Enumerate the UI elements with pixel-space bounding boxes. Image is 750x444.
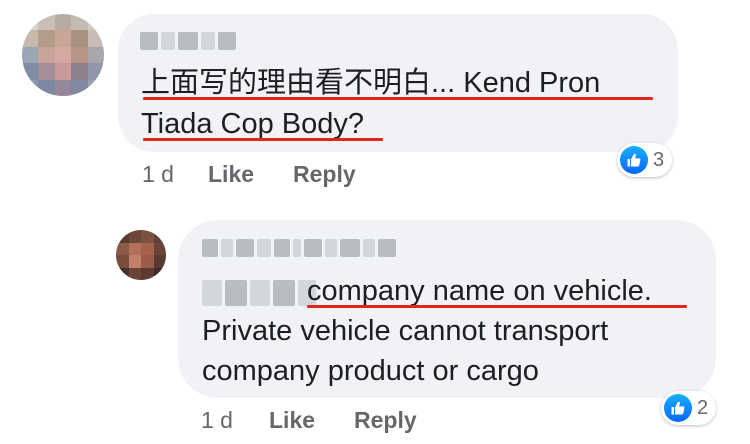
comment-text-line: Private vehicle cannot transport	[202, 315, 609, 347]
like-button[interactable]: Like	[208, 160, 254, 188]
comment-text-line: Tiada Cop Body?	[141, 108, 365, 140]
red-underline-annotation	[143, 97, 653, 100]
reaction-summary[interactable]: 2	[661, 391, 717, 425]
like-thumb-icon	[620, 146, 648, 174]
commenter-name-blurred[interactable]	[202, 239, 396, 257]
like-thumb-icon	[664, 394, 692, 422]
comment-timestamp[interactable]: 1 d	[201, 406, 233, 434]
pixelated-avatar-image	[116, 230, 166, 280]
comment-text-line: company name on vehicle.	[307, 275, 652, 307]
reaction-count: 3	[653, 148, 665, 171]
reply-button[interactable]: Reply	[354, 406, 417, 434]
red-underline-annotation	[307, 305, 687, 308]
commenter-name-blurred[interactable]	[140, 32, 236, 50]
comment-text-line: company product or cargo	[202, 355, 539, 387]
commenter-avatar[interactable]	[22, 14, 104, 96]
reply-button[interactable]: Reply	[293, 160, 356, 188]
reaction-count: 2	[697, 396, 709, 419]
commenter-avatar[interactable]	[116, 230, 166, 280]
comment-text-line: 上面写的理由看不明白... Kend Pron	[141, 67, 601, 99]
like-button[interactable]: Like	[269, 406, 315, 434]
reaction-summary[interactable]: 3	[617, 143, 673, 177]
comment-timestamp[interactable]: 1 d	[142, 160, 174, 188]
pixelated-avatar-image	[22, 14, 104, 96]
red-underline-annotation	[143, 138, 383, 141]
blurred-text-segment	[202, 280, 316, 306]
